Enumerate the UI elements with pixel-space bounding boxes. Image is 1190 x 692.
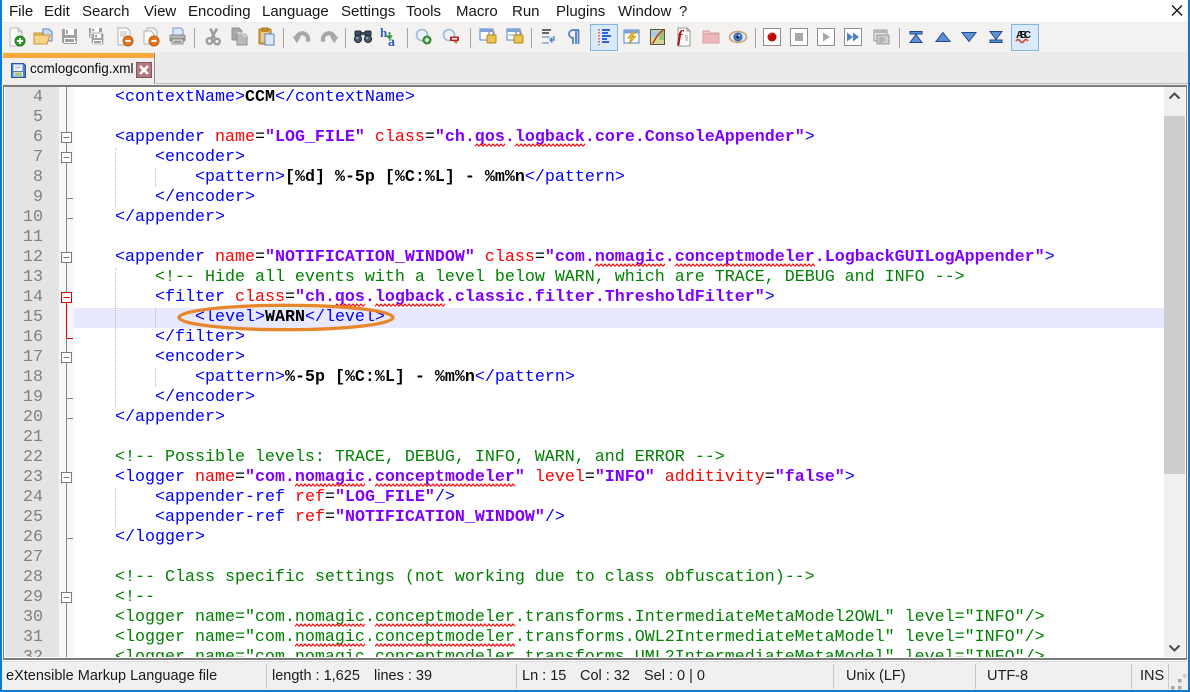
svg-text:h: h xyxy=(380,27,388,40)
